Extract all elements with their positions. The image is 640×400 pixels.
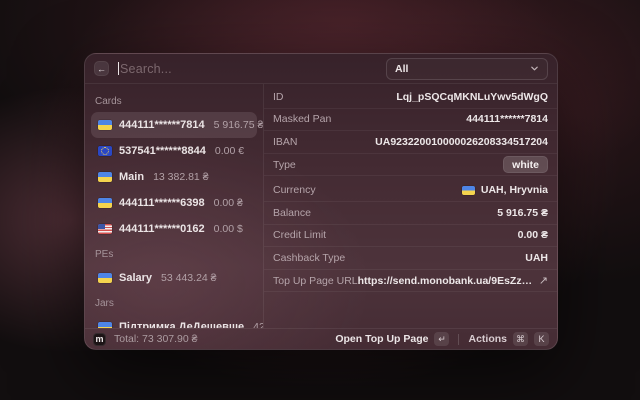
detail-label: Top Up Page URL <box>273 275 358 287</box>
detail-value: 0.00 ₴ <box>518 229 548 241</box>
detail-row: Type white <box>264 154 557 177</box>
detail-value-group: UAH, Hryvnia <box>462 184 548 196</box>
list-item[interactable]: 537541******8844 0.00 € <box>91 138 257 164</box>
detail-panel: ID Lqj_pSQCqMKNLuYwv5dWgQ Masked Pan 444111… <box>264 84 557 328</box>
item-label: Main <box>119 171 144 183</box>
item-label: 537541******8844 <box>119 145 206 157</box>
detail-value-group: Lqj_pSQCqMKNLuYwv5dWgQ <box>396 91 548 103</box>
item-balance: 422.00 ₴ <box>253 321 264 328</box>
item-balance: 0.00 $ <box>214 223 243 235</box>
detail-label: Balance <box>273 207 311 219</box>
back-arrow-icon: ← <box>97 64 106 74</box>
list-item[interactable]: 444111******6398 0.00 ₴ <box>91 190 257 216</box>
footer-bar: m Total: 73 307.90 ₴ Open Top Up Page ↵ … <box>85 328 557 349</box>
list-item[interactable]: 444111******0162 0.00 $ <box>91 216 257 242</box>
ua-flag-icon <box>98 273 112 283</box>
item-balance: 5 916.75 ₴ <box>214 119 264 131</box>
ua-flag-icon <box>98 120 112 130</box>
item-balance: 0.00 ₴ <box>214 197 243 209</box>
detail-value: UAH <box>525 252 548 264</box>
detail-row: Credit Limit 0.00 ₴ <box>264 225 557 248</box>
detail-value: 5 916.75 ₴ <box>497 207 548 219</box>
footer-actions: Open Top Up Page ↵ Actions ⌘ K <box>335 332 549 346</box>
detail-value: UA923220010000026208334517204 <box>375 136 548 148</box>
filter-dropdown[interactable]: All <box>386 58 548 80</box>
command-key-icon: ⌘ <box>513 332 528 346</box>
list-item[interactable]: Підтримка ДеДешевше422.00 ₴ <box>91 314 257 328</box>
desktop-background: { "header": { "back_icon": "←", "search"… <box>0 0 640 400</box>
detail-row: Currency UAH, Hryvnia <box>264 179 557 202</box>
detail-value-group: white <box>503 156 548 173</box>
detail-value-group: UAH <box>525 252 548 264</box>
item-label: 444111******0162 <box>119 223 205 235</box>
chevron-down-icon <box>530 64 539 73</box>
detail-label: Credit Limit <box>273 229 326 241</box>
item-balance: 13 382.81 ₴ <box>153 171 208 183</box>
detail-row: Balance 5 916.75 ₴ <box>264 202 557 225</box>
item-label: Salary <box>119 272 152 284</box>
item-label: 444111******6398 <box>119 197 205 209</box>
k-key-icon: K <box>534 332 549 346</box>
item-label: Підтримка ДеДешевше <box>119 321 244 328</box>
body: Cards444111******78145 916.75 ₴537541***… <box>85 84 557 328</box>
detail-row: Cashback Type UAH <box>264 247 557 270</box>
detail-label: Cashback Type <box>273 252 345 264</box>
ua-flag-icon <box>98 172 112 182</box>
item-balance: 53 443.24 ₴ <box>161 272 216 284</box>
detail-row: ID Lqj_pSQCqMKNLuYwv5dWgQ <box>264 86 557 109</box>
detail-label: ID <box>273 91 284 103</box>
ua-flag-icon <box>98 322 112 328</box>
detail-row: IBAN UA923220010000026208334517204 <box>264 131 557 154</box>
list-item[interactable]: Salary 53 443.24 ₴ <box>91 265 257 291</box>
open-top-up-page-action[interactable]: Open Top Up Page <box>335 333 428 345</box>
card-list-sidebar: Cards444111******78145 916.75 ₴537541***… <box>85 84 264 328</box>
footer-divider <box>458 334 459 345</box>
filter-selected-value: All <box>395 63 408 75</box>
us-flag-icon <box>98 224 112 234</box>
item-balance: 0.00 € <box>215 145 244 157</box>
detail-row[interactable]: Top Up Page URLhttps://send.monobank.ua/… <box>264 270 557 293</box>
header: ← Search... All <box>85 54 557 84</box>
detail-value: https://send.monobank.ua/9EsZzyzYS5 <box>358 275 533 287</box>
detail-value-group: UA923220010000026208334517204 <box>375 136 548 148</box>
detail-value-group: 0.00 ₴ <box>518 229 548 241</box>
detail-value: Lqj_pSQCqMKNLuYwv5dWgQ <box>396 91 548 103</box>
text-cursor <box>118 62 119 75</box>
total-balance: Total: 73 307.90 ₴ <box>114 333 197 345</box>
detail-label: Type <box>273 159 296 171</box>
external-link-icon: ↗ <box>539 274 548 287</box>
detail-label: Masked Pan <box>273 113 331 125</box>
back-button[interactable]: ← <box>94 61 109 76</box>
detail-value-group: https://send.monobank.ua/9EsZzyzYS5 ↗ <box>358 274 548 287</box>
actions-menu-button[interactable]: Actions <box>468 333 507 345</box>
section-title: Jars <box>95 297 253 311</box>
eu-flag-icon <box>98 146 112 156</box>
list-item[interactable]: 444111******78145 916.75 ₴ <box>91 112 257 138</box>
detail-row: Masked Pan 444111******7814 <box>264 109 557 132</box>
type-badge: white <box>503 156 548 173</box>
section-title: PEs <box>95 248 253 262</box>
search-input[interactable]: Search... <box>118 62 386 76</box>
detail-value-group: 5 916.75 ₴ <box>497 207 548 219</box>
detail-value: 444111******7814 <box>466 113 548 125</box>
item-label: 444111******7814 <box>119 119 205 131</box>
command-palette-window: ← Search... All Cards444111******78145 9… <box>84 53 558 350</box>
section-title: Cards <box>95 95 253 109</box>
enter-key-icon: ↵ <box>434 332 449 346</box>
ua-flag-icon <box>462 186 475 195</box>
detail-value: UAH, Hryvnia <box>481 184 548 196</box>
ua-flag-icon <box>98 198 112 208</box>
detail-label: IBAN <box>273 136 298 148</box>
detail-label: Currency <box>273 184 316 196</box>
list-item[interactable]: Main 13 382.81 ₴ <box>91 164 257 190</box>
monobank-logo-icon: m <box>93 333 106 346</box>
search-placeholder: Search... <box>120 62 172 76</box>
detail-value-group: 444111******7814 <box>466 113 548 125</box>
